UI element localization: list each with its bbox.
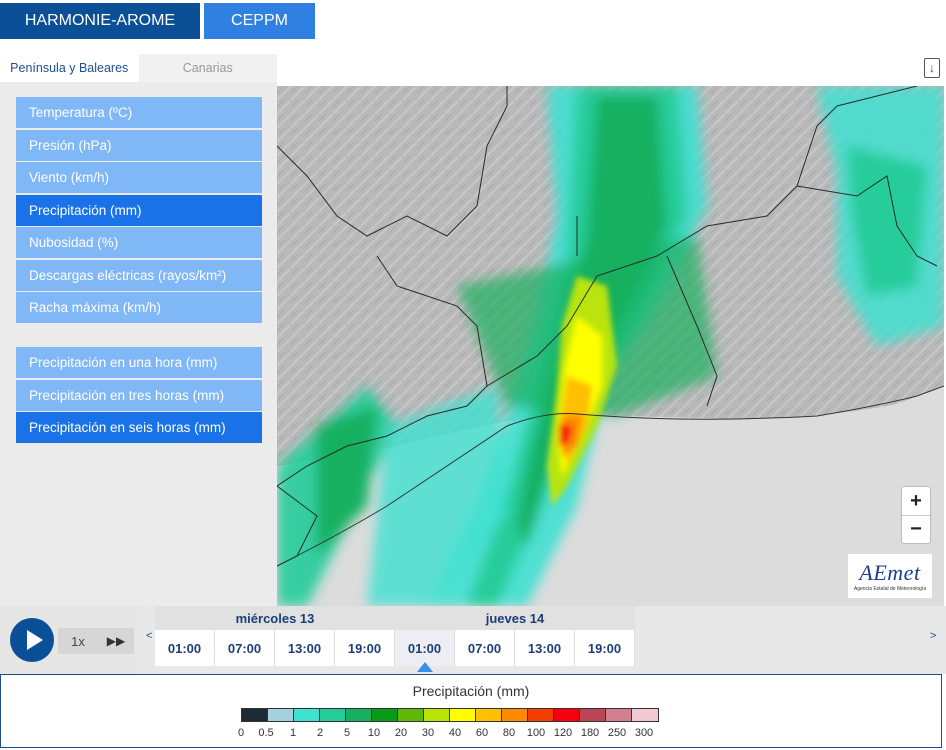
logo-subtitle: Agencia Estatal de Meteorología: [853, 586, 927, 592]
legend-swatch-15: [632, 709, 658, 721]
zoom-out-button[interactable]: −: [902, 515, 930, 543]
timeline-bar: 1x ▶▶ < > miércoles 13 jueves 14 01:00 07:…: [0, 606, 946, 674]
sub-variable-item-2[interactable]: Precipitación en seis horas (mm): [16, 412, 262, 443]
legend-swatch-0: [242, 709, 268, 721]
forecast-map[interactable]: + − AEmet Agencia Estatal de Meteorologí…: [277, 86, 944, 606]
timeline-hours: 01:00 07:00 13:00 19:00 01:00 07:00 13:00 19:00: [155, 630, 635, 672]
legend-swatch-10: [502, 709, 528, 721]
variable-item-4[interactable]: Nubosidad (%): [16, 227, 262, 258]
sub-variable-item-0[interactable]: Precipitación en una hora (mm): [16, 347, 262, 378]
timeline-next-arrow[interactable]: >: [930, 630, 936, 642]
fast-forward-icon[interactable]: ▶▶: [98, 634, 134, 648]
aemet-logo: AEmet Agencia Estatal de Meteorología: [848, 554, 932, 598]
legend-title: Precipitación (mm): [412, 683, 530, 699]
legend-label-15: 300: [634, 727, 654, 739]
legend-label-4: 5: [343, 727, 351, 739]
variable-item-5[interactable]: Descargas eléctricas (rayos/km²): [16, 259, 262, 291]
legend-label-14: 250: [607, 727, 627, 739]
zoom-in-button[interactable]: +: [902, 487, 930, 515]
sub-variable-item-1[interactable]: Precipitación en tres horas (mm): [16, 379, 262, 411]
legend-label-0: 0: [237, 727, 245, 739]
logo-text: AEmet: [859, 560, 921, 585]
timeline-day-1: jueves 14: [485, 610, 545, 626]
legend-swatch-7: [424, 709, 450, 721]
variable-item-0[interactable]: Temperatura (ºC): [16, 97, 262, 128]
timeline-hour-7[interactable]: 19:00: [575, 630, 635, 666]
legend-label-9: 60: [475, 727, 489, 739]
precipitation-legend: Precipitación (mm) 0 0.5 1 2 5 10 20 30 40 60 80 10…: [0, 674, 942, 748]
legend-label-13: 180: [580, 727, 600, 739]
legend-swatch-4: [346, 709, 372, 721]
tab-peninsula-baleares[interactable]: Península y Baleares: [0, 54, 139, 82]
timeline-prev-arrow[interactable]: <: [146, 630, 152, 642]
legend-label-2: 1: [289, 727, 297, 739]
timeline-hour-label: 07:00: [467, 640, 502, 656]
variable-item-6[interactable]: Racha máxima (km/h): [16, 292, 262, 323]
legend-label-7: 30: [421, 727, 435, 739]
tab-harmonie-arome[interactable]: HARMONIE-AROME: [0, 3, 200, 39]
variable-list: Temperatura (ºC) Presión (hPa) Viento (km/…: [16, 97, 262, 325]
legend-label-6: 20: [394, 727, 408, 739]
timeline-hour-4[interactable]: 01:00: [395, 630, 455, 672]
timeline-hour-1[interactable]: 07:00: [215, 630, 275, 666]
legend-swatch-3: [320, 709, 346, 721]
variable-item-1[interactable]: Presión (hPa): [16, 129, 262, 161]
timeline-hour-5[interactable]: 07:00: [455, 630, 515, 666]
legend-label-1: 0.5: [258, 727, 274, 739]
variable-item-3[interactable]: Precipitación (mm): [16, 194, 262, 226]
legend-swatch-13: [580, 709, 606, 721]
speed-selector[interactable]: 1x: [58, 634, 98, 649]
legend-swatch-5: [372, 709, 398, 721]
variable-item-2[interactable]: Viento (km/h): [16, 162, 262, 193]
legend-color-scale: [241, 708, 659, 722]
timeline-hour-label: 19:00: [347, 640, 382, 656]
timeline-hour-3[interactable]: 19:00: [335, 630, 395, 666]
legend-label-8: 40: [448, 727, 462, 739]
legend-label-3: 2: [316, 727, 324, 739]
current-time-marker: [417, 662, 433, 672]
legend-swatch-6: [398, 709, 424, 721]
timeline-hour-label: 13:00: [527, 640, 562, 656]
legend-label-12: 120: [553, 727, 573, 739]
legend-swatch-8: [450, 709, 476, 721]
speed-control: 1x ▶▶: [58, 628, 134, 654]
legend-swatch-2: [294, 709, 320, 721]
legend-swatch-9: [476, 709, 502, 721]
timeline-hour-6[interactable]: 13:00: [515, 630, 575, 666]
timeline-hour-label: 19:00: [587, 640, 622, 656]
timeline: miércoles 13 jueves 14 01:00 07:00 13:00 19:…: [155, 606, 635, 672]
legend-label-10: 80: [502, 727, 516, 739]
timeline-hour-label: 13:00: [287, 640, 322, 656]
timeline-hour-0[interactable]: 01:00: [155, 630, 215, 666]
region-tabs: Península y Baleares Canarias: [0, 54, 277, 82]
legend-swatch-14: [606, 709, 632, 721]
sub-variable-list: Precipitación en una hora (mm) Precipitac…: [16, 347, 262, 445]
timeline-day-0: miércoles 13: [235, 610, 315, 626]
legend-swatch-12: [554, 709, 580, 721]
download-icon[interactable]: ↓: [924, 58, 940, 78]
player-controls: 1x ▶▶: [0, 606, 142, 674]
variable-panel: Península y Baleares Canarias Temperatur…: [0, 54, 277, 606]
timeline-hour-label: 01:00: [167, 640, 202, 656]
legend-swatch-11: [528, 709, 554, 721]
zoom-control: + −: [901, 486, 931, 544]
play-icon: [26, 630, 43, 650]
tab-ceppm[interactable]: CEPPM: [204, 3, 315, 39]
timeline-hour-2[interactable]: 13:00: [275, 630, 335, 666]
tab-canarias[interactable]: Canarias: [138, 54, 277, 82]
play-button[interactable]: [10, 618, 54, 662]
precipitation-map-svg: [277, 86, 944, 606]
model-tabs: HARMONIE-AROME CEPPM: [0, 3, 315, 39]
legend-swatch-1: [268, 709, 294, 721]
legend-label-5: 10: [367, 727, 381, 739]
timeline-days: miércoles 13 jueves 14: [155, 606, 635, 630]
timeline-hour-label: 01:00: [407, 640, 442, 656]
legend-label-11: 100: [526, 727, 546, 739]
timeline-hour-label: 07:00: [227, 640, 262, 656]
